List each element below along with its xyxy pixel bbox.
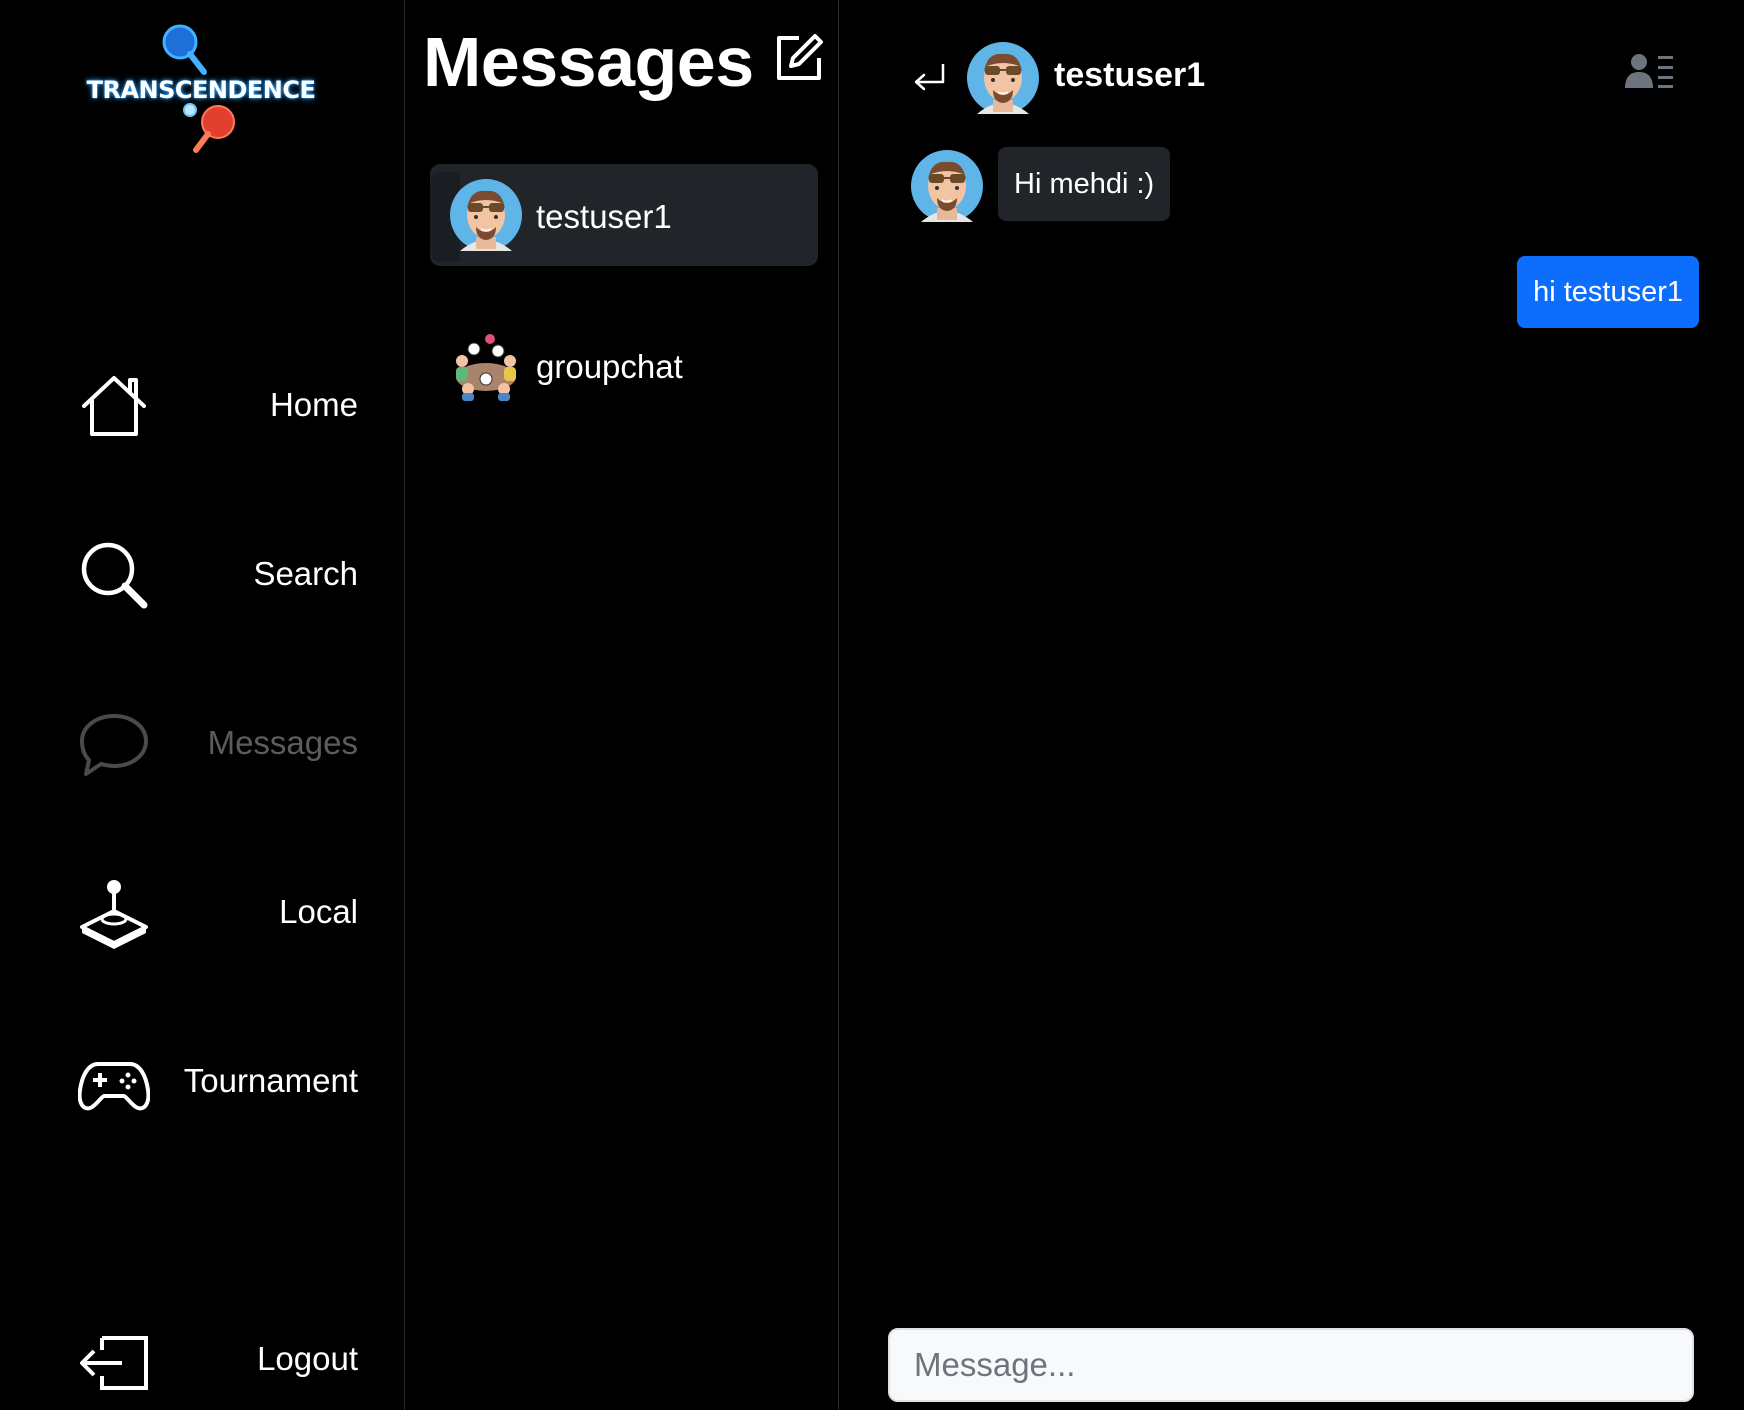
nav-item-home[interactable]: Home: [78, 364, 358, 444]
home-icon: [82, 376, 146, 436]
back-arrow-icon[interactable]: [911, 60, 947, 92]
search-icon: [81, 542, 148, 609]
logout-label: Logout: [257, 1340, 358, 1377]
contact-profile-icon[interactable]: [1625, 52, 1675, 90]
contact-avatar[interactable]: [967, 42, 1039, 114]
gamepad-icon: [78, 1062, 150, 1111]
contact-name[interactable]: testuser1: [1054, 56, 1205, 95]
nav-label-search: Search: [253, 555, 358, 592]
sidebar-nav: TRANSCENDENCE Home Search Messages Local…: [0, 0, 405, 1410]
nav-label-local: Local: [279, 893, 358, 930]
nav-label-home: Home: [269, 386, 358, 423]
joystick-icon: [80, 880, 148, 949]
nav-item-messages[interactable]: Messages: [78, 702, 358, 782]
conversation-item-groupchat[interactable]: groupchat: [430, 314, 818, 416]
nav-item-local[interactable]: Local: [78, 871, 358, 951]
compose-icon[interactable]: [773, 32, 825, 84]
conversation-list-panel: Messages testuser1 groupchat: [405, 0, 839, 1410]
conversation-item-testuser1[interactable]: testuser1: [430, 164, 818, 266]
conversation-name: testuser1: [536, 198, 672, 235]
outgoing-message: hi testuser1: [1517, 256, 1699, 328]
logo-text: TRANSCENDENCE: [86, 76, 316, 104]
user-avatar: [450, 179, 522, 251]
chat-panel: testuser1 Hi mehdi :) hi testuser1: [839, 0, 1744, 1410]
logout-icon: [80, 1336, 148, 1390]
blue-paddle-icon: [162, 24, 207, 75]
group-avatar: [456, 334, 516, 401]
chat-bubble-icon: [80, 714, 148, 776]
nav-item-tournament[interactable]: Tournament: [78, 1040, 358, 1120]
logout-button[interactable]: Logout: [78, 1318, 358, 1398]
red-paddle-icon: [183, 103, 235, 153]
nav-label-tournament: Tournament: [183, 1062, 358, 1099]
incoming-message: Hi mehdi :): [998, 147, 1171, 221]
nav-item-search[interactable]: Search: [78, 533, 358, 613]
message-sender-avatar: [911, 150, 983, 222]
messages-title: Messages: [423, 23, 754, 101]
nav-label-messages: Messages: [207, 724, 358, 761]
app-root: TRANSCENDENCE Home Search Messages Local…: [0, 0, 1744, 1410]
message-input[interactable]: [888, 1328, 1694, 1402]
app-logo[interactable]: TRANSCENDENCE: [76, 20, 326, 155]
conversation-name: groupchat: [536, 348, 683, 385]
